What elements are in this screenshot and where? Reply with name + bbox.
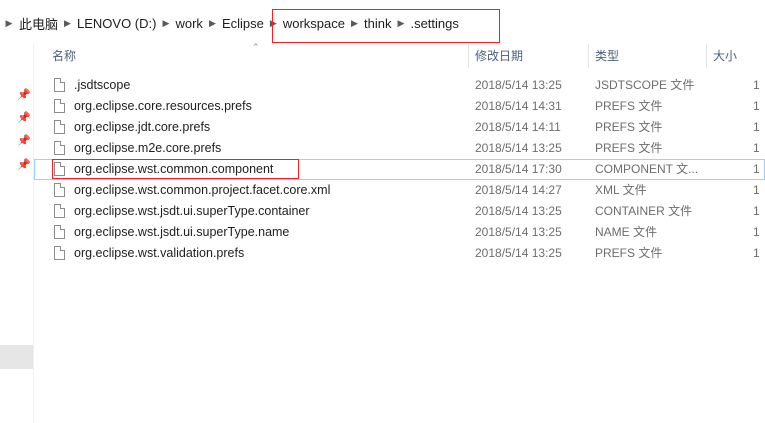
- chevron-right-icon[interactable]: ▶: [59, 18, 76, 29]
- file-icon: [54, 204, 65, 218]
- pin-icon[interactable]: 📌: [17, 88, 31, 102]
- file-date: 2018/5/14 17:30: [475, 162, 562, 176]
- chevron-right-icon[interactable]: ▶: [265, 18, 282, 29]
- table-row[interactable]: .jsdtscope 2018/5/14 13:25 JSDTSCOPE 文件 …: [34, 75, 765, 96]
- column-name[interactable]: ⌃ 名称: [34, 42, 469, 68]
- file-type: JSDTSCOPE 文件: [595, 78, 695, 92]
- nav-scroll-thumb[interactable]: [0, 345, 33, 369]
- file-name: org.eclipse.jdt.core.prefs: [74, 120, 211, 134]
- column-date-modified[interactable]: 修改日期: [469, 44, 589, 68]
- column-size-label: 大小: [713, 49, 738, 63]
- file-icon: [54, 183, 65, 197]
- file-size: 1: [753, 141, 760, 155]
- file-type: COMPONENT 文...: [595, 162, 699, 176]
- column-type[interactable]: 类型: [589, 44, 707, 68]
- file-size: 1: [753, 183, 760, 197]
- file-icon: [54, 162, 65, 176]
- column-name-label: 名称: [52, 49, 77, 63]
- breadcrumb-eclipse[interactable]: Eclipse: [221, 16, 265, 31]
- file-name: org.eclipse.wst.jsdt.ui.superType.name: [74, 225, 290, 239]
- file-icon: [54, 141, 65, 155]
- breadcrumb-this-pc[interactable]: 此电脑: [18, 14, 59, 33]
- table-row[interactable]: org.eclipse.wst.validation.prefs 2018/5/…: [34, 243, 765, 264]
- file-name: org.eclipse.core.resources.prefs: [74, 99, 252, 113]
- table-row[interactable]: org.eclipse.core.resources.prefs 2018/5/…: [34, 96, 765, 117]
- table-row[interactable]: org.eclipse.wst.jsdt.ui.superType.contai…: [34, 201, 765, 222]
- file-date: 2018/5/14 14:11: [475, 120, 561, 134]
- file-size: 1: [753, 246, 760, 260]
- table-row[interactable]: org.eclipse.m2e.core.prefs 2018/5/14 13:…: [34, 138, 765, 159]
- file-list: .jsdtscope 2018/5/14 13:25 JSDTSCOPE 文件 …: [34, 75, 765, 264]
- file-date: 2018/5/14 13:25: [475, 141, 562, 155]
- column-type-label: 类型: [595, 49, 620, 63]
- file-name: org.eclipse.wst.jsdt.ui.superType.contai…: [74, 204, 310, 218]
- table-row-selected[interactable]: org.eclipse.wst.common.component 2018/5/…: [34, 159, 765, 180]
- file-icon: [54, 99, 65, 113]
- file-type: CONTAINER 文件: [595, 204, 693, 218]
- file-name: org.eclipse.wst.common.project.facet.cor…: [74, 183, 331, 197]
- file-size: 1: [753, 99, 760, 113]
- file-icon: [54, 120, 65, 134]
- chevron-right-icon[interactable]: ▶: [0, 18, 18, 29]
- chevron-right-icon[interactable]: ▶: [346, 18, 363, 29]
- file-icon: [54, 246, 65, 260]
- file-type: PREFS 文件: [595, 99, 663, 113]
- file-type: NAME 文件: [595, 225, 658, 239]
- breadcrumb-think[interactable]: think: [363, 16, 392, 31]
- file-name: .jsdtscope: [74, 78, 131, 92]
- file-date: 2018/5/14 13:25: [475, 246, 562, 260]
- table-row[interactable]: org.eclipse.wst.jsdt.ui.superType.name 2…: [34, 222, 765, 243]
- address-bar[interactable]: ▶ 此电脑 ▶ LENOVO (D:) ▶ work ▶ Eclipse ▶ w…: [0, 0, 765, 44]
- breadcrumb-workspace[interactable]: workspace: [282, 16, 346, 31]
- file-date: 2018/5/14 14:31: [475, 99, 562, 113]
- file-type: PREFS 文件: [595, 120, 663, 134]
- file-date: 2018/5/14 13:25: [475, 204, 562, 218]
- breadcrumb-settings[interactable]: .settings: [409, 16, 459, 31]
- table-row[interactable]: org.eclipse.jdt.core.prefs 2018/5/14 14:…: [34, 117, 765, 138]
- file-type: PREFS 文件: [595, 246, 663, 260]
- chevron-right-icon[interactable]: ▶: [392, 18, 409, 29]
- pin-icon[interactable]: 📌: [17, 158, 31, 172]
- file-date: 2018/5/14 14:27: [475, 183, 562, 197]
- file-size: 1: [753, 204, 760, 218]
- breadcrumb-work[interactable]: work: [174, 16, 203, 31]
- pin-icon[interactable]: 📌: [17, 134, 31, 148]
- file-date: 2018/5/14 13:25: [475, 225, 562, 239]
- file-name: org.eclipse.wst.validation.prefs: [74, 246, 245, 260]
- pin-icon[interactable]: 📌: [17, 111, 31, 125]
- file-size: 1: [753, 225, 760, 239]
- column-size[interactable]: 大小: [707, 44, 765, 68]
- breadcrumb: ▶ 此电脑 ▶ LENOVO (D:) ▶ work ▶ Eclipse ▶ w…: [0, 12, 460, 34]
- chevron-right-icon[interactable]: ▶: [204, 18, 221, 29]
- file-date: 2018/5/14 13:25: [475, 78, 562, 92]
- table-row[interactable]: org.eclipse.wst.common.project.facet.cor…: [34, 180, 765, 201]
- file-icon: [54, 78, 65, 92]
- sort-up-icon: ⌃: [252, 42, 260, 52]
- file-type: PREFS 文件: [595, 141, 663, 155]
- file-type: XML 文件: [595, 183, 647, 197]
- breadcrumb-drive[interactable]: LENOVO (D:): [76, 16, 157, 31]
- file-size: 1: [753, 162, 760, 176]
- column-header: ⌃ 名称 修改日期 类型 大小: [34, 42, 765, 68]
- file-name: org.eclipse.wst.common.component: [74, 162, 274, 176]
- chevron-right-icon[interactable]: ▶: [157, 18, 174, 29]
- navigation-pane[interactable]: 📌 📌 📌 📌: [0, 44, 34, 423]
- column-date-label: 修改日期: [475, 49, 524, 63]
- file-size: 1: [753, 78, 760, 92]
- file-name: org.eclipse.m2e.core.prefs: [74, 141, 222, 155]
- file-icon: [54, 225, 65, 239]
- file-size: 1: [753, 120, 760, 134]
